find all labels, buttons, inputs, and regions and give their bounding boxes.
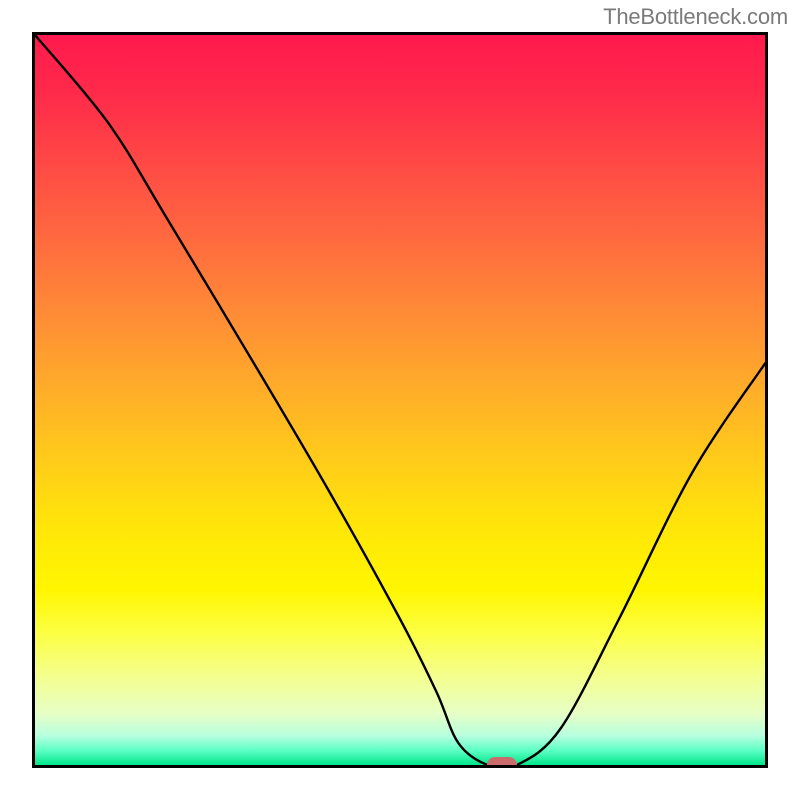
chart-plot-area — [32, 32, 768, 768]
bottleneck-curve — [35, 35, 765, 765]
watermark-label: TheBottleneck.com — [603, 4, 788, 30]
minimum-marker — [487, 757, 517, 768]
